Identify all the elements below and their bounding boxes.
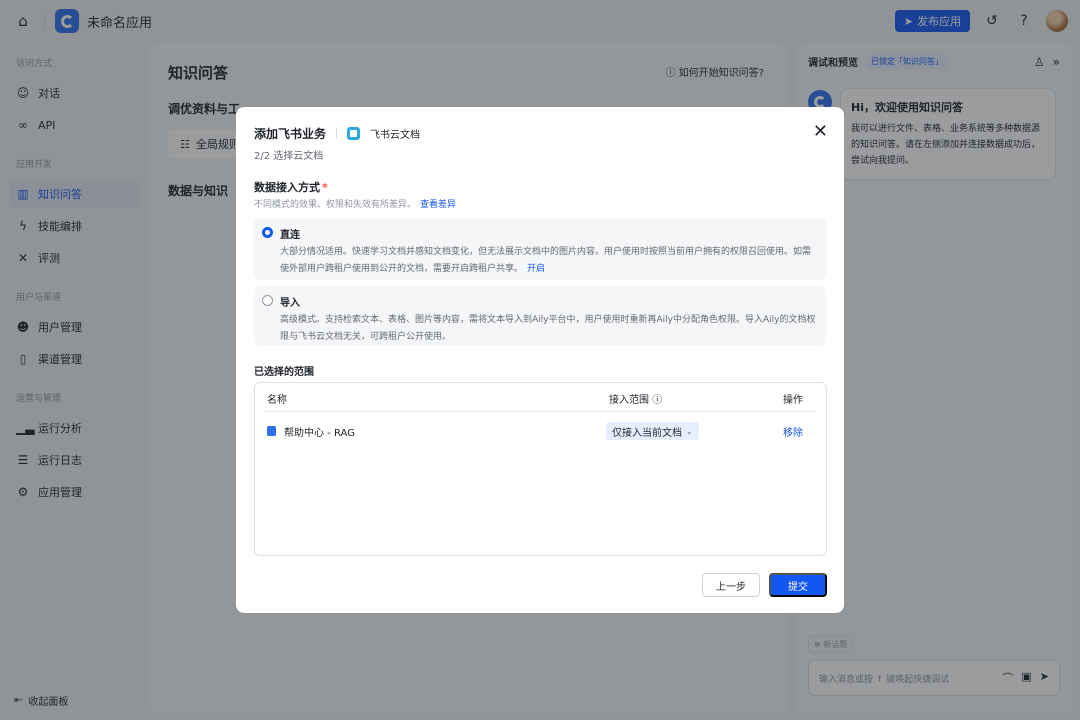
column-header-scope: 接入范围 ⓘ <box>609 391 662 406</box>
enable-link[interactable]: 开启 <box>527 264 545 274</box>
selected-scope-label: 已选择的范围 <box>254 367 314 378</box>
dialog-title: 添加飞书业务 <box>254 127 327 141</box>
previous-step-button[interactable]: 上一步 <box>702 573 760 597</box>
radio-direct[interactable] <box>262 227 273 238</box>
access-mode-hint: 不同模式的效果、权限和失效有所差异。 查看差异 <box>254 197 456 210</box>
doc-icon <box>267 426 276 436</box>
option-desc-text: 大部分情况适用。快速学习文档并感知文档变化，但无法展示文档中的图片内容。用户使用… <box>280 247 812 274</box>
divider <box>265 411 816 412</box>
view-difference-link[interactable]: 查看差异 <box>420 200 456 210</box>
option-direct[interactable]: 直连 大部分情况适用。快速学习文档并感知文档变化，但无法展示文档中的图片内容。用… <box>254 218 826 280</box>
column-header-action: 操作 <box>783 395 803 406</box>
info-icon[interactable]: ⓘ <box>652 395 662 406</box>
column-header-name: 名称 <box>267 395 287 406</box>
radio-import[interactable] <box>262 295 273 306</box>
scope-select[interactable]: 仅接入当前文档 ⌄ <box>606 422 699 440</box>
dialog-source: 飞书云文档 <box>370 130 421 141</box>
option-import[interactable]: 导入 高级模式。支持检索文本、表格、图片等内容，需将文本导入到Aily平台中，用… <box>254 286 826 345</box>
submit-button[interactable]: 提交 <box>769 573 827 597</box>
chevron-down-icon: ⌄ <box>686 426 693 436</box>
row-doc-name: 帮助中心 - RAG <box>284 427 355 439</box>
access-mode-label-text: 数据接入方式 <box>254 181 320 194</box>
column-header-scope-text: 接入范围 <box>609 395 649 406</box>
remove-button[interactable]: 移除 <box>783 424 803 439</box>
scope-select-value: 仅接入当前文档 <box>612 427 682 439</box>
required-mark: * <box>322 181 328 194</box>
option-desc: 高级模式。支持检索文本、表格、图片等内容，需将文本导入到Aily平台中，用户使用… <box>280 315 816 342</box>
option-title: 导入 <box>280 298 300 309</box>
option-title: 直连 <box>280 230 300 241</box>
cloud-doc-icon <box>347 127 361 140</box>
table-row: 帮助中心 - RAG 仅接入当前文档 ⌄ 移除 <box>265 418 816 444</box>
close-icon[interactable]: ✕ <box>813 123 828 141</box>
access-mode-label: 数据接入方式 * <box>254 179 328 195</box>
add-feishu-business-dialog: 添加飞书业务 飞书云文档 2/2 选择云文档 ✕ 数据接入方式 * 不同模式的效果… <box>236 107 844 613</box>
dialog-step: 2/2 选择云文档 <box>254 151 324 162</box>
divider <box>336 128 338 139</box>
access-mode-hint-text: 不同模式的效果、权限和失效有所差异。 <box>254 200 417 210</box>
dialog-header: 添加飞书业务 飞书云文档 <box>254 125 420 142</box>
selected-scope-table: 名称 接入范围 ⓘ 操作 帮助中心 - RAG 仅接入当前文档 ⌄ 移除 <box>254 382 827 556</box>
option-desc: 大部分情况适用。快速学习文档并感知文档变化，但无法展示文档中的图片内容。用户使用… <box>280 244 816 278</box>
